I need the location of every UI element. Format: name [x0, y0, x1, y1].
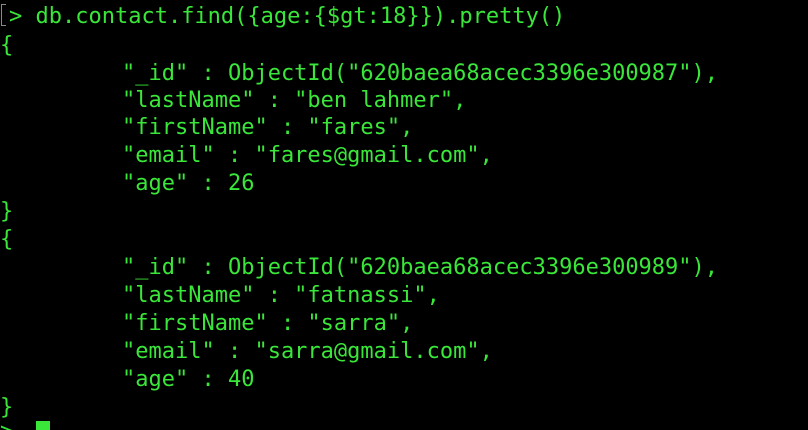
next-prompt-line[interactable]: >	[0, 418, 27, 430]
document-close-brace: }	[0, 199, 14, 224]
command-text: db.contact.find({age:{$gt:18}}).pretty()	[35, 4, 566, 29]
document-field-email: "email" : "fares@gmail.com",	[122, 143, 493, 168]
document-field-firstname: "firstName" : "fares",	[122, 115, 414, 140]
terminal-cursor	[36, 421, 50, 430]
document-field-lastname: "lastName" : "ben lahmer",	[122, 88, 467, 113]
document-field-lastname: "lastName" : "fatnassi",	[122, 283, 440, 308]
document-field-firstname: "firstName" : "sarra",	[122, 311, 414, 336]
document-field-id: "_id" : ObjectId("620baea68acec3396e3009…	[122, 61, 719, 86]
prompt-bracket-icon	[1, 4, 6, 26]
document-field-id: "_id" : ObjectId("620baea68acec3396e3009…	[122, 255, 719, 280]
next-prompt-symbol: >	[0, 418, 27, 430]
prompt-symbol: >	[9, 4, 36, 29]
command-line: > db.contact.find({age:{$gt:18}}).pretty…	[0, 3, 565, 30]
document-open-brace: {	[0, 227, 14, 252]
document-open-brace: {	[0, 33, 14, 58]
document-field-email: "email" : "sarra@gmail.com",	[122, 339, 493, 364]
document-field-age: "age" : 40	[122, 367, 255, 392]
document-field-age: "age" : 26	[122, 171, 255, 196]
document-close-brace: }	[0, 395, 14, 420]
terminal-window[interactable]: > db.contact.find({age:{$gt:18}}).pretty…	[0, 0, 808, 430]
